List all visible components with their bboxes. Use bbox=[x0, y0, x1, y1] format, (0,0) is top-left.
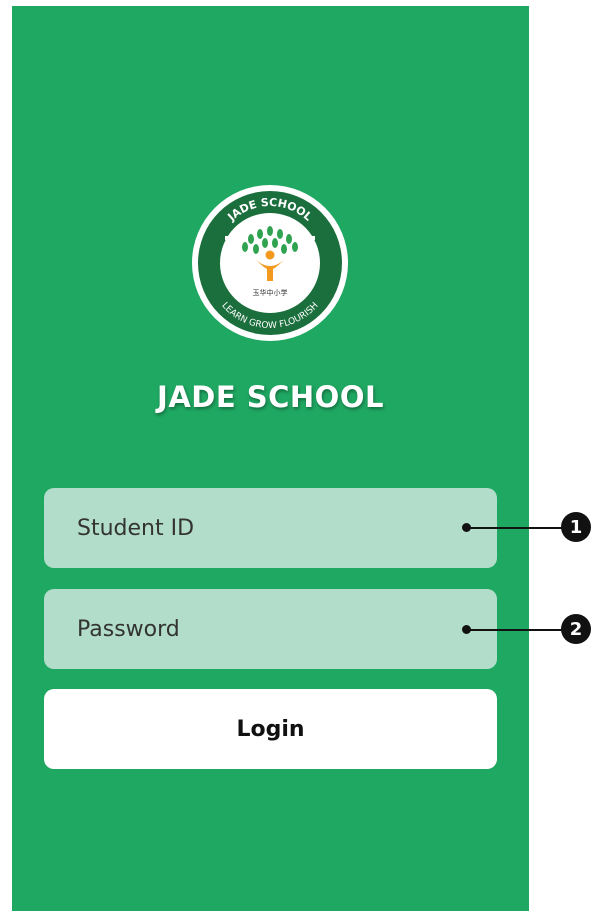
callout-1-badge: 1 bbox=[561, 512, 591, 542]
screenshot-stage: JADE SCHOOL LEARN GROW FLOURISH 玉华中小学 JA… bbox=[0, 0, 593, 917]
callout-2-line bbox=[467, 629, 563, 631]
login-button-label: Login bbox=[236, 716, 305, 742]
callout-2-badge: 2 bbox=[561, 614, 591, 644]
student-id-placeholder: Student ID bbox=[77, 515, 195, 541]
callout-1-line bbox=[467, 527, 563, 529]
login-button[interactable]: Login bbox=[44, 689, 497, 769]
school-logo: JADE SCHOOL LEARN GROW FLOURISH 玉华中小学 bbox=[192, 185, 348, 341]
logo-chinese-text: 玉华中小学 bbox=[253, 288, 288, 297]
school-title: JADE SCHOOL bbox=[157, 380, 384, 414]
password-placeholder: Password bbox=[77, 616, 180, 642]
password-input[interactable]: Password bbox=[44, 589, 497, 669]
student-id-input[interactable]: Student ID bbox=[44, 488, 497, 568]
login-screen bbox=[12, 6, 529, 911]
